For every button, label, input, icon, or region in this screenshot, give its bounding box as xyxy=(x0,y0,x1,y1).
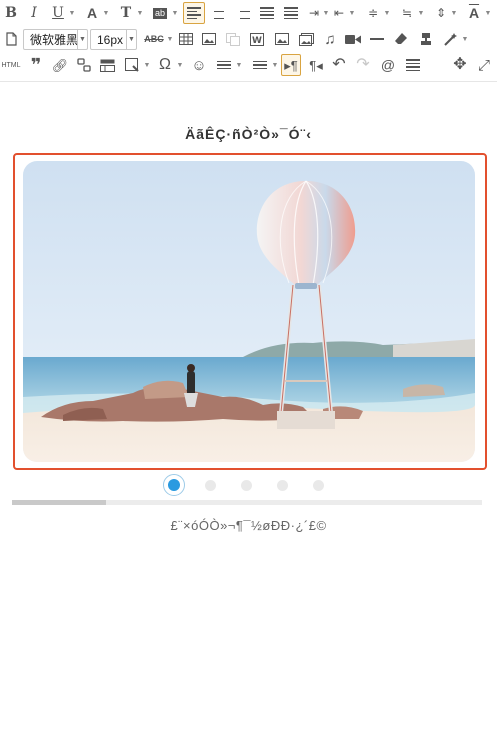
unordered-list-icon[interactable] xyxy=(250,54,270,76)
emoji-icon[interactable]: ☺ xyxy=(189,54,209,76)
html-source-label: HTML xyxy=(1,61,21,69)
undo-icon[interactable]: ↶ xyxy=(329,54,349,76)
video-icon[interactable] xyxy=(343,28,363,50)
line-height-dropdown-icon[interactable]: ▼ xyxy=(383,2,391,24)
special-char-dropdown-icon[interactable]: ▼ xyxy=(176,54,184,76)
font-size-select[interactable]: 16px ▼ xyxy=(90,29,137,50)
align-left-icon[interactable] xyxy=(183,2,205,24)
photo-illustration xyxy=(23,161,475,462)
editor-toolbar: B I U ▼ A ▼ T ▼ ab ▼ ⇥ ▼ ⇤ ▼ ≑ ▼ ≒ ▼ ⇕ ▼… xyxy=(0,0,497,82)
article-title: ÄãÊÇ·ñÒ²Ò»¯Ó¨‹ xyxy=(185,126,312,142)
swipe-hint-caption: £¨×óÓÒ»¬¶¯½øÐÐ·¿´£© xyxy=(170,518,327,533)
font-family-dropdown-icon: ▼ xyxy=(77,30,87,49)
editor-content[interactable]: ÄãÊÇ·ñÒ²Ò»¯Ó¨‹ £¨×óÓÒ»¬¶¯½øÐÐ·¿´£© xyxy=(0,82,497,743)
font-size-dropdown-icon: ▼ xyxy=(126,30,136,49)
gallery-icon[interactable] xyxy=(296,28,316,50)
rtl-icon[interactable]: ¶◂ xyxy=(306,54,326,76)
font-family-value: 微软雅黑 xyxy=(30,33,79,47)
preview-icon[interactable] xyxy=(403,54,423,76)
redo-icon[interactable]: ↷ xyxy=(353,54,373,76)
quote-icon[interactable]: ❞ xyxy=(27,54,45,76)
indent-icon[interactable]: ⇥ xyxy=(305,2,323,24)
clear-format-dropdown-icon[interactable]: ▼ xyxy=(484,2,492,24)
font-color-icon[interactable]: A xyxy=(84,2,100,24)
table-icon[interactable] xyxy=(176,28,196,50)
clear-format-icon[interactable]: A xyxy=(465,2,483,24)
move-icon[interactable]: ✥ xyxy=(450,54,470,76)
toolbar-row-3: HTML ❞ 🔗︎ ▼ Ω ▼ ☺ ▼ ▼ ▸¶ ¶◂ ↶ ↷ @ ✥ ⤢ xyxy=(0,52,497,78)
image-icon[interactable] xyxy=(199,28,219,50)
slider-dot[interactable] xyxy=(205,480,216,491)
indent-dropdown-icon[interactable]: ▼ xyxy=(322,2,330,24)
fullscreen-icon[interactable]: ⤢ xyxy=(474,54,494,76)
text-style-icon[interactable]: T xyxy=(118,2,134,24)
slider-pagination xyxy=(0,472,497,498)
paragraph-spacing-dropdown-icon[interactable]: ▼ xyxy=(417,2,425,24)
underline-dropdown-icon[interactable]: ▼ xyxy=(68,2,76,24)
strikethrough-dropdown-icon[interactable]: ▼ xyxy=(166,28,174,50)
justify-all-icon[interactable] xyxy=(280,2,302,24)
line-height-icon[interactable]: ≑ xyxy=(364,2,382,24)
highlight-icon[interactable]: ab xyxy=(150,2,170,24)
outdent-icon[interactable]: ⇤ xyxy=(330,2,348,24)
link-icon[interactable]: 🔗︎ xyxy=(51,54,69,76)
image-selection-frame[interactable] xyxy=(13,153,487,470)
font-family-select[interactable]: 微软雅黑 ▼ xyxy=(23,29,88,50)
row-spacing-icon[interactable]: ⇕ xyxy=(432,2,450,24)
picture-icon[interactable] xyxy=(272,28,292,50)
background-dropdown-icon[interactable]: ▼ xyxy=(143,54,151,76)
magic-wand-icon[interactable] xyxy=(441,28,461,50)
slider-dot[interactable] xyxy=(277,480,288,491)
word-icon[interactable]: W xyxy=(247,28,267,50)
ltr-icon[interactable]: ▸¶ xyxy=(281,54,301,76)
ordered-list-icon[interactable] xyxy=(214,54,234,76)
italic-icon[interactable]: I xyxy=(26,2,42,24)
strikethrough-label: ABC xyxy=(144,33,164,44)
toolbar-row-1: B I U ▼ A ▼ T ▼ ab ▼ ⇥ ▼ ⇤ ▼ ≑ ▼ ≒ ▼ ⇕ ▼… xyxy=(0,0,497,26)
copy-icon[interactable] xyxy=(223,28,243,50)
horizontal-rule-icon[interactable] xyxy=(367,28,387,50)
underline-icon[interactable]: U xyxy=(50,2,66,24)
search-replace-icon[interactable]: @ xyxy=(378,54,398,76)
align-justify-icon[interactable] xyxy=(256,2,278,24)
font-size-value: 16px xyxy=(97,32,124,47)
unlink-icon[interactable] xyxy=(75,54,93,76)
eraser-icon[interactable] xyxy=(391,28,411,50)
paragraph-spacing-icon[interactable]: ≒ xyxy=(398,2,416,24)
row-spacing-dropdown-icon[interactable]: ▼ xyxy=(450,2,458,24)
bold-icon[interactable]: B xyxy=(3,2,19,24)
new-document-icon[interactable] xyxy=(3,28,19,50)
ordered-list-dropdown-icon[interactable]: ▼ xyxy=(235,54,243,76)
background-icon[interactable] xyxy=(122,54,142,76)
outdent-dropdown-icon[interactable]: ▼ xyxy=(348,2,356,24)
slider-progress-fill xyxy=(12,500,106,505)
beach-balloon-photo[interactable] xyxy=(23,161,475,462)
strikethrough-icon[interactable]: ABC xyxy=(140,28,168,50)
unordered-list-dropdown-icon[interactable]: ▼ xyxy=(271,54,279,76)
text-style-dropdown-icon[interactable]: ▼ xyxy=(136,2,144,24)
svg-text:W: W xyxy=(252,36,262,46)
align-center-icon[interactable] xyxy=(208,2,230,24)
magic-wand-dropdown-icon[interactable]: ▼ xyxy=(461,28,469,50)
font-color-dropdown-icon[interactable]: ▼ xyxy=(102,2,110,24)
template-icon[interactable] xyxy=(97,54,117,76)
slider-progress-track xyxy=(12,500,482,505)
slider-dot[interactable] xyxy=(163,474,185,496)
slider-dot[interactable] xyxy=(313,480,324,491)
music-icon[interactable]: ♫ xyxy=(320,28,340,50)
toolbar-row-2: 微软雅黑 ▼ 16px ▼ ABC ▼ W ♫ ▼ xyxy=(0,26,497,52)
special-char-icon[interactable]: Ω xyxy=(155,54,175,76)
html-source-button[interactable]: HTML xyxy=(0,54,22,76)
slider-dot[interactable] xyxy=(241,480,252,491)
align-right-icon[interactable] xyxy=(232,2,254,24)
highlight-dropdown-icon[interactable]: ▼ xyxy=(171,2,179,24)
format-brush-icon[interactable] xyxy=(416,28,436,50)
